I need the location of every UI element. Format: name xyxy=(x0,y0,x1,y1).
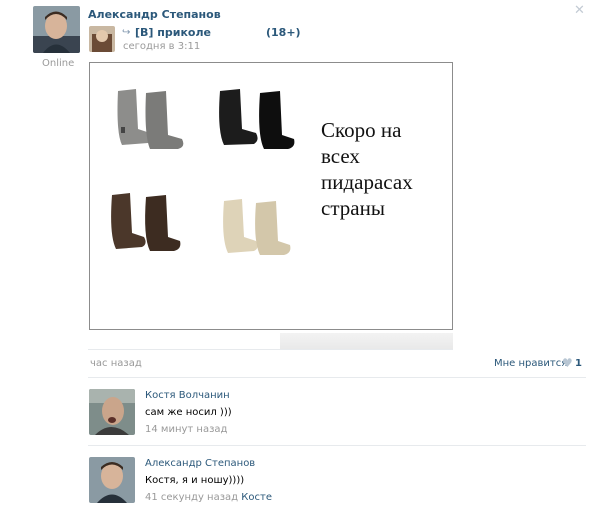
post-image[interactable]: Скоро на всех пидарасах страны xyxy=(89,62,453,330)
commenter-avatar[interactable] xyxy=(89,389,135,435)
divider xyxy=(88,377,586,378)
divider xyxy=(88,445,586,446)
comment-time[interactable]: 41 секунду назад xyxy=(145,492,238,503)
grey-boots-picture xyxy=(117,89,184,149)
group-avatar[interactable] xyxy=(89,26,115,52)
repost-arrow-icon: ↪ xyxy=(122,27,131,38)
beige-boots-picture xyxy=(223,199,291,255)
online-status: Online xyxy=(42,58,75,69)
like-count[interactable]: 1 xyxy=(575,358,582,369)
heart-icon[interactable]: ♥ xyxy=(562,356,573,370)
author-avatar[interactable] xyxy=(33,6,80,53)
post-age[interactable]: час назад xyxy=(90,358,142,369)
image-footer-strip xyxy=(280,333,453,349)
brown-boots-picture xyxy=(111,193,181,251)
comment-author[interactable]: Костя Волчанин xyxy=(145,390,230,401)
age-rating-tag: (18+) xyxy=(266,26,301,39)
reply-to-link[interactable]: Косте xyxy=(241,492,272,503)
post-time[interactable]: сегодня в 3:11 xyxy=(123,41,200,52)
comment-author[interactable]: Александр Степанов xyxy=(145,458,255,469)
black-boots-picture xyxy=(219,89,295,149)
like-button[interactable]: Мне нравится xyxy=(494,358,567,369)
post-author-name[interactable]: Александр Степанов xyxy=(88,8,221,21)
divider xyxy=(88,349,453,350)
comment-text: Костя, я и ношу)))) xyxy=(145,475,245,486)
comment-text: сам же носил ))) xyxy=(145,407,232,418)
comment-meta: 41 секунду назад Косте xyxy=(145,492,272,503)
commenter-avatar[interactable] xyxy=(89,457,135,503)
close-icon[interactable]: ✕ xyxy=(574,3,585,18)
group-link[interactable]: [В] приколе xyxy=(135,26,211,39)
image-caption: Скоро на всех пидарасах страны xyxy=(321,118,413,220)
comment-time[interactable]: 14 минут назад xyxy=(145,424,227,435)
